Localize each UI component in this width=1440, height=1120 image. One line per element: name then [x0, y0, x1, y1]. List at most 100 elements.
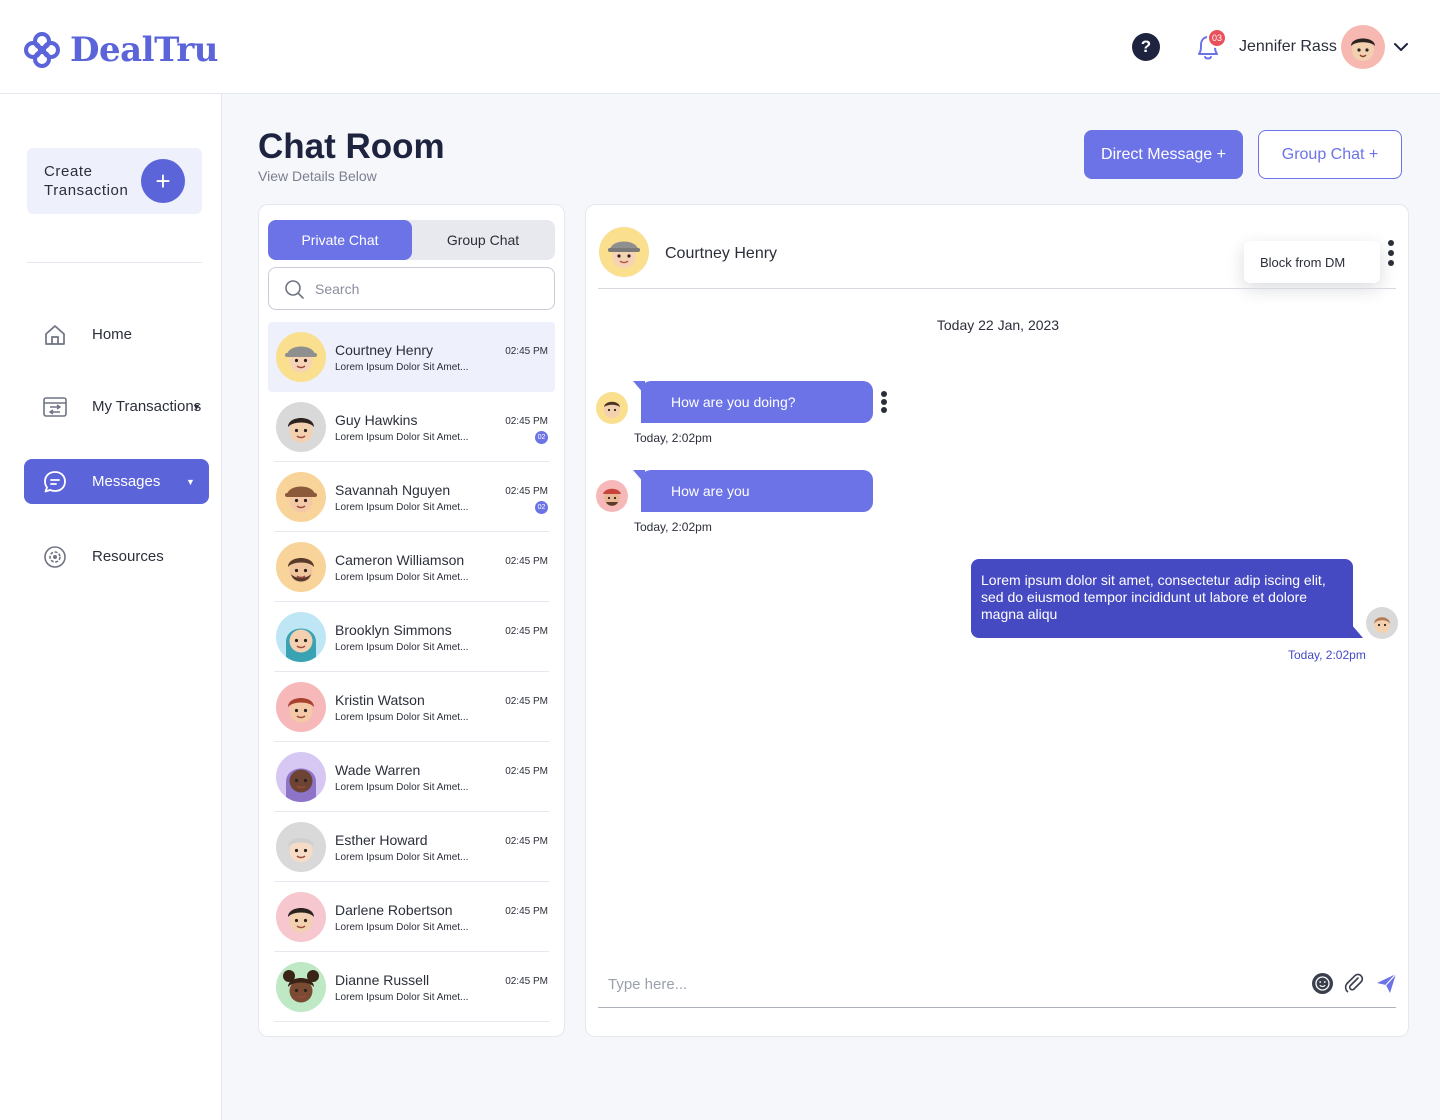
sidebar-item-label: Resources — [92, 548, 164, 565]
contact-message-preview: Lorem Ipsum Dolor Sit Amet... — [335, 432, 469, 443]
message-timestamp: Today, 2:02pm — [1288, 648, 1366, 662]
incoming-message-bubble[interactable]: How are you — [633, 470, 873, 512]
paperclip-icon[interactable] — [1342, 971, 1366, 995]
contact-message-preview: Lorem Ipsum Dolor Sit Amet... — [335, 922, 469, 933]
more-options-icon[interactable] — [1387, 240, 1395, 266]
contact-timestamp: 02:45 PM — [505, 556, 548, 567]
sidebar: Create Transaction + Home My Transaction… — [0, 94, 222, 1120]
sidebar-item-home[interactable]: Home — [24, 312, 209, 357]
unread-count-badge: 02 — [535, 431, 548, 444]
logo-mark-icon — [24, 32, 60, 68]
contact-name: Kristin Watson — [335, 692, 425, 708]
contact-message-preview: Lorem Ipsum Dolor Sit Amet... — [335, 712, 469, 723]
logo[interactable]: DealTru — [22, 30, 219, 70]
contact-list-item[interactable]: Kristin Watson Lorem Ipsum Dolor Sit Ame… — [268, 672, 555, 742]
notification-count-badge: 03 — [1207, 28, 1227, 48]
contact-message-preview: Lorem Ipsum Dolor Sit Amet... — [335, 642, 469, 653]
emoji-icon[interactable] — [1310, 971, 1334, 995]
sidebar-item-label: Messages — [92, 473, 161, 490]
page-title: Chat Room — [258, 127, 445, 166]
contact-list-item[interactable]: Wade Warren Lorem Ipsum Dolor Sit Amet..… — [268, 742, 555, 812]
message-timestamp: Today, 2:02pm — [634, 520, 712, 534]
contact-name: Dianne Russell — [335, 972, 430, 988]
send-icon[interactable] — [1374, 971, 1398, 995]
contact-avatar — [276, 542, 326, 592]
contact-name: Esther Howard — [335, 832, 428, 848]
direct-message-button[interactable]: Direct Message + — [1084, 130, 1243, 179]
block-from-dm-menu-item[interactable]: Block from DM — [1244, 241, 1380, 283]
contact-message-preview: Lorem Ipsum Dolor Sit Amet... — [335, 502, 469, 513]
plus-icon: + — [141, 159, 185, 203]
incoming-message-bubble[interactable]: How are you doing? — [633, 381, 873, 423]
top-bar: DealTru ? 03 Jennifer Rass — [0, 0, 1440, 94]
contact-list-item[interactable]: Guy Hawkins Lorem Ipsum Dolor Sit Amet..… — [268, 392, 555, 462]
sidebar-item-label: Home — [92, 326, 133, 343]
chat-contact-avatar[interactable] — [599, 227, 649, 277]
logo-text: DealTru — [70, 30, 219, 70]
sidebar-divider — [27, 262, 202, 263]
group-chat-button[interactable]: Group Chat + — [1258, 130, 1402, 179]
contact-name: Savannah Nguyen — [335, 482, 451, 498]
chat-type-tabs: Private Chat Group Chat — [268, 220, 555, 260]
contact-timestamp: 02:45 PM — [505, 486, 548, 497]
contact-timestamp: 02:45 PM — [505, 416, 548, 427]
contact-avatar — [276, 612, 326, 662]
contact-list-item[interactable]: Brooklyn Simmons Lorem Ipsum Dolor Sit A… — [268, 602, 555, 672]
contact-message-preview: Lorem Ipsum Dolor Sit Amet... — [335, 362, 469, 373]
row-divider — [274, 1021, 549, 1022]
contact-avatar — [276, 892, 326, 942]
contact-list-item[interactable]: Darlene Robertson Lorem Ipsum Dolor Sit … — [268, 882, 555, 952]
contact-timestamp: 02:45 PM — [505, 626, 548, 637]
contact-list-item[interactable]: Cameron Williamson Lorem Ipsum Dolor Sit… — [268, 532, 555, 602]
contact-list-item[interactable]: Savannah Nguyen Lorem Ipsum Dolor Sit Am… — [268, 462, 555, 532]
contact-name: Wade Warren — [335, 762, 421, 778]
sidebar-item-messages[interactable]: Messages ▼ — [24, 459, 209, 504]
contact-name: Brooklyn Simmons — [335, 622, 452, 638]
contact-avatar — [276, 752, 326, 802]
message-options-icon[interactable] — [880, 391, 888, 413]
contact-timestamp: 02:45 PM — [505, 906, 548, 917]
message-avatar — [596, 392, 628, 424]
contact-name: Courtney Henry — [335, 342, 434, 358]
message-input[interactable] — [608, 973, 1288, 995]
gear-icon — [44, 546, 66, 568]
contact-timestamp: 02:45 PM — [505, 976, 548, 987]
search-box — [268, 267, 555, 310]
contact-timestamp: 02:45 PM — [505, 836, 548, 847]
contact-list-item[interactable]: Esther Howard Lorem Ipsum Dolor Sit Amet… — [268, 812, 555, 882]
transactions-icon — [43, 397, 67, 417]
sidebar-item-label: My Transactions — [92, 398, 202, 415]
contact-list-item[interactable]: Dianne Russell Lorem Ipsum Dolor Sit Ame… — [268, 952, 555, 1022]
chevron-down-icon[interactable] — [1392, 38, 1410, 56]
contact-avatar — [276, 822, 326, 872]
create-transaction-button[interactable]: Create Transaction + — [27, 148, 202, 214]
caret-down-icon: ▼ — [192, 402, 201, 412]
sidebar-item-my-transactions[interactable]: My Transactions ▼ — [24, 384, 209, 429]
contact-avatar — [276, 472, 326, 522]
chat-contact-name: Courtney Henry — [665, 245, 778, 262]
user-avatar[interactable] — [1341, 25, 1385, 69]
tab-private-chat[interactable]: Private Chat — [268, 220, 412, 260]
contact-avatar — [276, 962, 326, 1012]
user-name[interactable]: Jennifer Rass — [1239, 38, 1337, 56]
caret-down-icon: ▼ — [186, 477, 195, 487]
chat-icon — [44, 471, 66, 493]
chat-panel: Courtney Henry Block from DM Today 22 Ja… — [585, 204, 1409, 1037]
page-subtitle: View Details Below — [258, 168, 377, 184]
help-icon[interactable]: ? — [1132, 33, 1160, 61]
date-separator: Today 22 Jan, 2023 — [936, 317, 1060, 333]
contact-list-item[interactable]: Courtney Henry Lorem Ipsum Dolor Sit Ame… — [268, 322, 555, 392]
chat-header-divider — [598, 288, 1396, 289]
search-input[interactable] — [315, 278, 535, 300]
outgoing-message-bubble[interactable]: Lorem ipsum dolor sit amet, consectetur … — [971, 559, 1363, 638]
contact-message-preview: Lorem Ipsum Dolor Sit Amet... — [335, 992, 469, 1003]
sidebar-item-resources[interactable]: Resources — [24, 534, 209, 579]
tab-group-chat[interactable]: Group Chat — [411, 220, 555, 260]
contact-avatar — [276, 402, 326, 452]
composer-divider — [598, 1007, 1396, 1008]
contact-name: Darlene Robertson — [335, 902, 453, 918]
contact-name: Guy Hawkins — [335, 412, 418, 428]
contact-message-preview: Lorem Ipsum Dolor Sit Amet... — [335, 782, 469, 793]
unread-count-badge: 02 — [535, 501, 548, 514]
create-transaction-label: Create Transaction — [44, 163, 129, 199]
